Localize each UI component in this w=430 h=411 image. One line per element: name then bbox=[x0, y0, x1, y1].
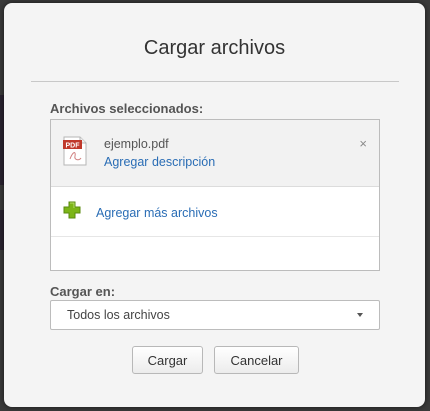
add-more-files-button[interactable]: Agregar más archivos bbox=[51, 187, 379, 237]
plus-icon bbox=[63, 201, 81, 219]
upload-dialog: Cargar archivos Archivos seleccionados: … bbox=[4, 3, 425, 407]
add-description-link[interactable]: Agregar descripción bbox=[104, 155, 215, 169]
selected-files-label: Archivos seleccionados: bbox=[50, 101, 204, 116]
chevron-down-icon bbox=[357, 313, 363, 317]
add-more-files-label: Agregar más archivos bbox=[96, 206, 218, 220]
pdf-file-icon: PDF bbox=[63, 136, 87, 166]
upload-to-label: Cargar en: bbox=[50, 284, 116, 299]
upload-button[interactable]: Cargar bbox=[132, 346, 203, 374]
remove-file-icon[interactable]: × bbox=[359, 137, 367, 150]
dialog-title: Cargar archivos bbox=[143, 37, 286, 59]
cancel-button[interactable]: Cancelar bbox=[214, 346, 299, 374]
svg-text:PDF: PDF bbox=[66, 143, 81, 150]
title-divider bbox=[31, 81, 399, 82]
upload-destination-value: Todos los archivos bbox=[67, 308, 170, 322]
file-row: PDF ejemplo.pdf Agregar descripción × bbox=[51, 120, 379, 187]
file-list: PDF ejemplo.pdf Agregar descripción × Ag… bbox=[50, 119, 380, 271]
upload-destination-select[interactable]: Todos los archivos bbox=[50, 300, 380, 330]
file-name: ejemplo.pdf bbox=[104, 137, 169, 151]
